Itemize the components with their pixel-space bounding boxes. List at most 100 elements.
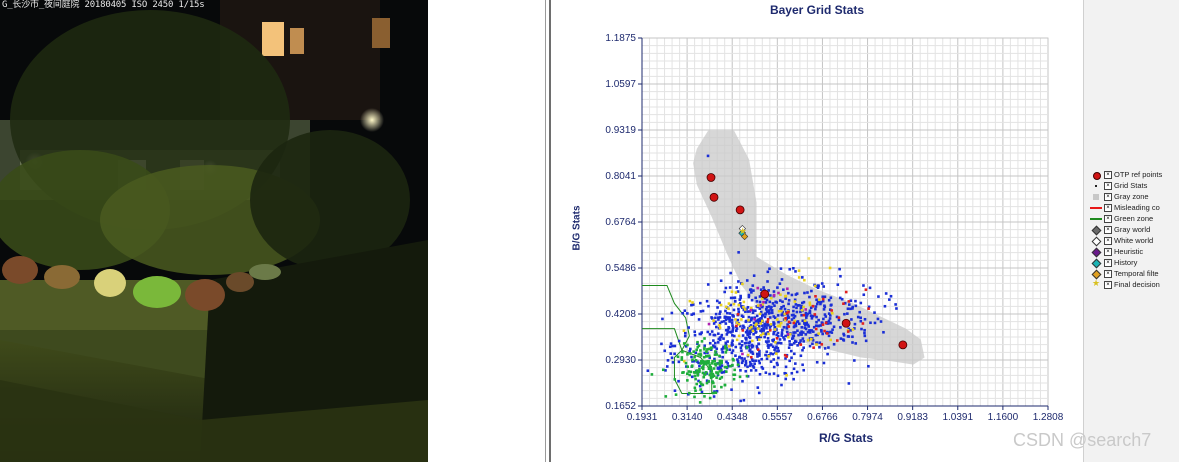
grid-stat-point — [714, 350, 717, 353]
legend-checkbox[interactable]: × — [1104, 192, 1112, 201]
grid-stat-point — [700, 382, 703, 386]
grid-stat-point — [792, 377, 795, 381]
grid-stat-point — [748, 340, 752, 344]
grid-stat-point — [706, 154, 710, 158]
grid-stat-point — [787, 298, 791, 302]
grid-stat-point — [677, 379, 680, 383]
grid-stat-point — [723, 290, 726, 294]
y-tick-label: 1.0597 — [605, 79, 636, 90]
legend-label: Final decision — [1114, 280, 1160, 289]
grid-stat-point — [699, 301, 702, 305]
grid-stat-point — [792, 309, 795, 313]
grid-stat-point — [729, 296, 733, 300]
grid-stat-point — [769, 308, 773, 311]
legend-checkbox[interactable]: × — [1104, 247, 1112, 256]
legend-item[interactable]: × White world — [1090, 235, 1153, 246]
grid-stat-point — [826, 352, 829, 356]
grid-stat-point — [802, 346, 805, 350]
legend-item[interactable]: × OTP ref points — [1090, 169, 1162, 180]
legend-item[interactable]: × Gray world — [1090, 224, 1150, 235]
legend-label: Grid Stats — [1114, 181, 1148, 190]
grid-stat-point — [749, 369, 753, 372]
grid-stat-point — [873, 311, 876, 314]
legend-checkbox[interactable]: × — [1104, 280, 1112, 289]
legend-checkbox[interactable]: × — [1104, 181, 1112, 190]
grid-stat-point — [762, 327, 765, 330]
grid-stat-point — [750, 358, 754, 361]
legend-item[interactable]: × Green zone — [1090, 213, 1153, 224]
grid-stat-point — [808, 295, 811, 299]
grid-stat-point — [664, 369, 667, 372]
x-tick-label: 0.1931 — [627, 412, 658, 423]
legend-checkbox[interactable]: × — [1104, 258, 1112, 267]
grid-stat-point — [804, 308, 808, 311]
grid-stat-point — [772, 372, 776, 375]
legend-checkbox[interactable]: × — [1104, 214, 1112, 223]
grid-stat-point — [735, 329, 738, 333]
grid-stat-point — [718, 301, 721, 305]
grid-stat-point — [820, 343, 824, 346]
legend-item[interactable]: × Temporal filte — [1090, 268, 1159, 279]
grid-stat-point — [728, 345, 731, 348]
grid-stat-point — [740, 340, 744, 343]
grid-stat-point — [799, 354, 803, 358]
legend-item[interactable]: × Misleading co — [1090, 202, 1160, 213]
grid-stat-point — [736, 363, 740, 367]
grid-stat-point — [747, 318, 750, 322]
grid-stat-point — [706, 330, 710, 334]
grid-stat-point — [676, 355, 680, 359]
scatter-plot[interactable]: 0.1931 0.3140 0.4348 0.5557 0.6766 0.7974 0.91… — [551, 0, 1083, 462]
legend-item[interactable]: × History — [1090, 257, 1137, 268]
legend-item[interactable]: ★ × Final decision — [1090, 278, 1160, 290]
watermark: CSDN @search7 — [1013, 430, 1152, 450]
grid-stat-point — [687, 326, 690, 329]
legend-symbol-icon — [1090, 236, 1102, 246]
grid-stat-point — [795, 370, 799, 374]
grid-stat-point — [856, 315, 860, 319]
otp-ref-point — [760, 289, 770, 299]
grid-stat-point — [775, 352, 778, 355]
grid-stat-point — [765, 357, 769, 361]
x-tick-label: 1.1600 — [988, 412, 1019, 423]
otp-ref-point — [735, 205, 745, 215]
grid-stat-point — [668, 345, 672, 349]
grid-stat-point — [813, 284, 817, 288]
grid-stat-point — [767, 312, 771, 315]
grid-stat-point — [800, 333, 803, 336]
legend-item[interactable]: × Gray zone — [1090, 191, 1149, 202]
grid-stat-point — [792, 321, 796, 325]
grid-stat-point — [707, 359, 710, 363]
grid-stat-point — [830, 309, 833, 312]
grid-stat-point — [775, 361, 779, 365]
grid-stat-point — [759, 288, 763, 291]
legend-checkbox[interactable]: × — [1104, 269, 1112, 278]
grid-stat-point — [854, 342, 858, 345]
panel-divider[interactable] — [545, 0, 546, 462]
legend-item[interactable]: × Grid Stats — [1090, 180, 1147, 191]
grid-stat-point — [713, 341, 717, 345]
grid-stat-point — [687, 391, 691, 395]
grid-stat-point — [731, 357, 735, 361]
grid-stat-point — [701, 371, 705, 375]
grid-stat-point — [757, 342, 760, 346]
grid-stat-point — [830, 331, 834, 334]
grid-stat-point — [752, 274, 756, 277]
grid-stat-point — [769, 322, 773, 326]
legend-checkbox[interactable]: × — [1104, 170, 1112, 179]
grid-stat-point — [748, 336, 752, 340]
legend-item[interactable]: × Heuristic — [1090, 246, 1143, 257]
grid-stat-point — [807, 257, 811, 260]
legend-checkbox[interactable]: × — [1104, 225, 1112, 234]
grid-stat-point — [755, 322, 758, 326]
grid-stat-point — [719, 303, 723, 307]
grid-stat-point — [718, 354, 721, 358]
grid-stat-point — [744, 330, 748, 334]
legend-checkbox[interactable]: × — [1104, 236, 1112, 245]
grid-stat-point — [713, 333, 717, 337]
grid-stat-point — [823, 347, 827, 350]
legend-checkbox[interactable]: × — [1104, 203, 1112, 212]
grid-stat-point — [688, 299, 692, 303]
grid-stat-point — [756, 355, 759, 358]
grid-stat-point — [758, 300, 762, 304]
grid-stat-point — [669, 342, 673, 345]
